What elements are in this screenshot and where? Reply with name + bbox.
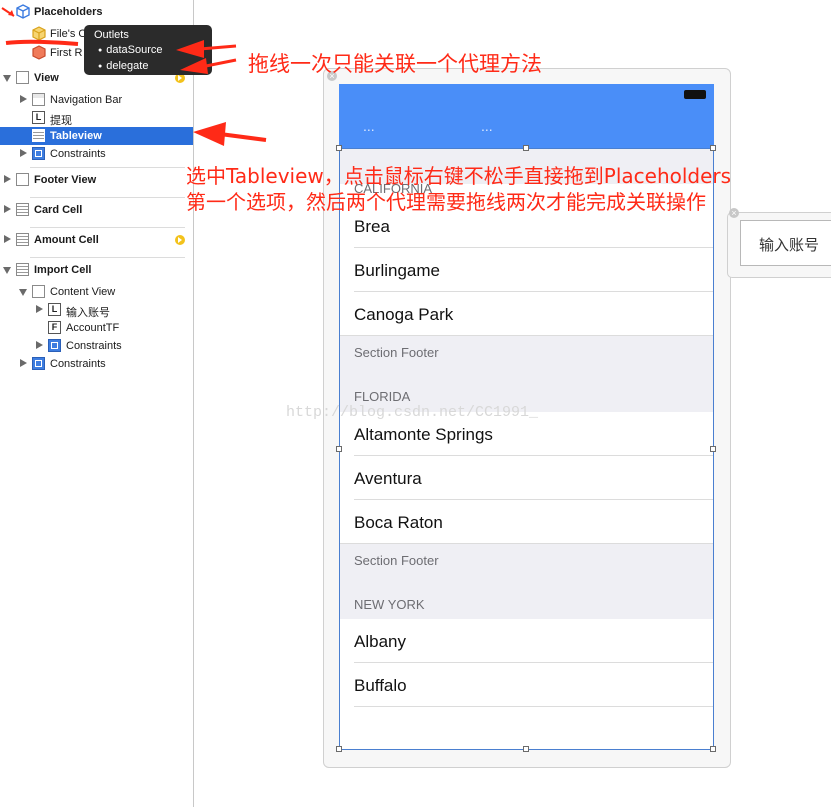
annotation-arrowhead <box>180 58 208 74</box>
annotation-arrowhead <box>176 40 204 58</box>
annotation-arrowhead <box>193 122 226 146</box>
annotation-stroke <box>5 39 79 46</box>
annotation-arrow <box>199 44 237 51</box>
annotation-text-top: 拖线一次只能关联一个代理方法 <box>248 52 542 76</box>
annotation-arrow <box>205 58 237 68</box>
annotation-text-line2: 第一个选项，然后两个代理需要拖线两次才能完成关联操作 <box>186 190 706 214</box>
annotation-text-line1: 选中Tableview，点击鼠标右键不松手直接拖到Placeholders <box>186 164 732 188</box>
annotation-layer <box>1 7 267 146</box>
annotation-arrow <box>219 132 267 142</box>
